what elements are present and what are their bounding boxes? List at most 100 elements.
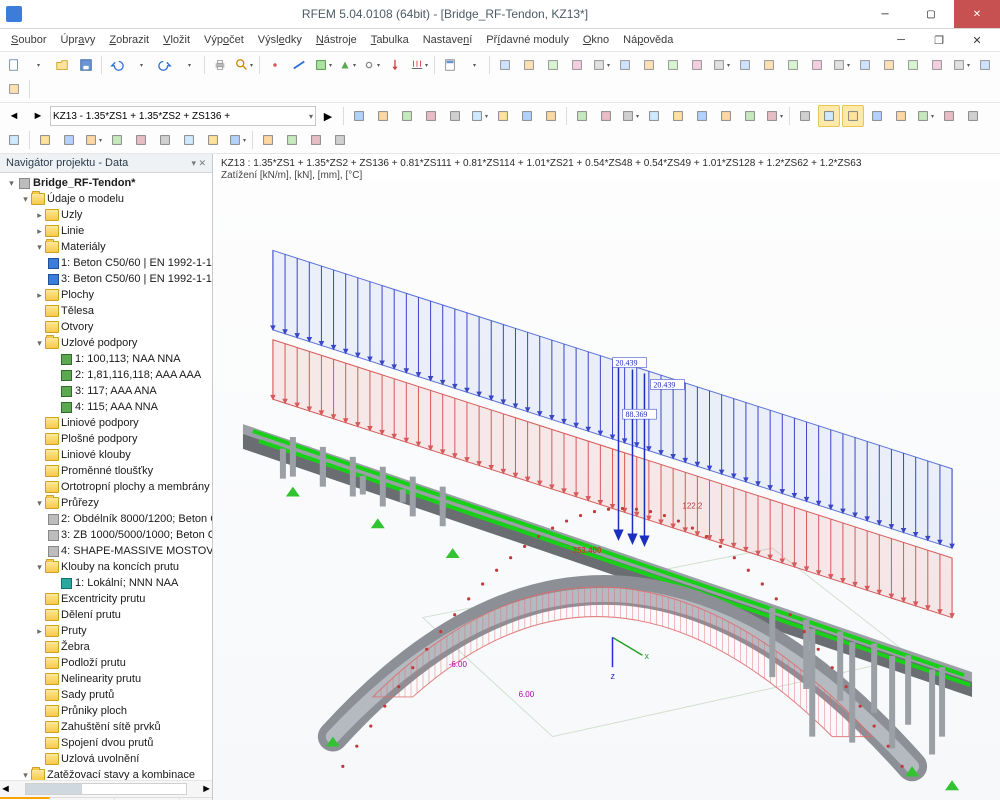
tool-r1-18[interactable] bbox=[926, 54, 948, 76]
tool-undo[interactable] bbox=[106, 54, 128, 76]
tool-calc[interactable] bbox=[439, 54, 461, 76]
tool-r1-15[interactable] bbox=[854, 54, 876, 76]
tool-r2-14[interactable] bbox=[691, 105, 713, 127]
tool-undo-drop[interactable] bbox=[130, 54, 152, 76]
menu-moduly[interactable]: Přídavné moduly bbox=[479, 32, 576, 48]
menu-napoveda[interactable]: Nápověda bbox=[616, 32, 680, 48]
tool-search[interactable] bbox=[233, 54, 255, 76]
view-prev-lc[interactable]: ◄ bbox=[3, 105, 25, 127]
tool-r1-12[interactable] bbox=[782, 54, 804, 76]
navigator-tree[interactable]: ▾Bridge_RF-Tendon* ▾Údaje o modelu ▸Uzly… bbox=[0, 173, 212, 780]
tool-r2-36[interactable] bbox=[257, 129, 279, 151]
loadcase-combo[interactable]: KZ13 - 1.35*ZS1 + 1.35*ZS2 + ZS136 + bbox=[50, 106, 316, 126]
menu-tabulka[interactable]: Tabulka bbox=[364, 32, 416, 48]
tool-r2-26[interactable] bbox=[3, 129, 25, 151]
tool-load[interactable] bbox=[384, 54, 406, 76]
tool-r2-20[interactable] bbox=[842, 105, 864, 127]
tool-line-load[interactable] bbox=[408, 54, 430, 76]
menu-zobrazit[interactable]: Zobrazit bbox=[102, 32, 156, 48]
tool-member[interactable] bbox=[288, 54, 310, 76]
tool-r2-5[interactable] bbox=[468, 105, 490, 127]
tool-r2-37[interactable] bbox=[281, 129, 303, 151]
tool-r2-7[interactable] bbox=[516, 105, 538, 127]
tool-r1-17[interactable] bbox=[902, 54, 924, 76]
tool-r2-24[interactable] bbox=[938, 105, 960, 127]
tool-r2-29[interactable] bbox=[82, 129, 104, 151]
tool-r1-4[interactable] bbox=[590, 54, 612, 76]
menu-nastroje[interactable]: Nástroje bbox=[309, 32, 364, 48]
tool-r2-32[interactable] bbox=[154, 129, 176, 151]
minimize-button[interactable]: ─ bbox=[862, 0, 908, 28]
tool-r2-33[interactable] bbox=[178, 129, 200, 151]
tool-r1-13[interactable] bbox=[806, 54, 828, 76]
model-viewport[interactable]: KZ13 : 1.35*ZS1 + 1.35*ZS2 + ZS136 + 0.8… bbox=[213, 154, 1000, 800]
close-button[interactable]: ✕ bbox=[954, 0, 1000, 28]
tool-r2-12[interactable] bbox=[643, 105, 665, 127]
tool-new-drop[interactable] bbox=[27, 54, 49, 76]
tool-r1-19[interactable] bbox=[950, 54, 972, 76]
tool-r1-1[interactable] bbox=[518, 54, 540, 76]
navigator-hscroll[interactable]: ◄► bbox=[0, 780, 212, 797]
tool-r2-28[interactable] bbox=[58, 129, 80, 151]
maximize-button[interactable]: ▢ bbox=[908, 0, 954, 28]
tool-r2-19[interactable] bbox=[818, 105, 840, 127]
view-go[interactable]: ▶ bbox=[317, 105, 339, 127]
tool-r2-38[interactable] bbox=[305, 129, 327, 151]
tool-r2-16[interactable] bbox=[739, 105, 761, 127]
tool-r2-30[interactable] bbox=[106, 129, 128, 151]
tool-r2-8[interactable] bbox=[540, 105, 562, 127]
mdi-restore-button[interactable]: ❐ bbox=[920, 32, 958, 49]
tool-r1-20[interactable] bbox=[974, 54, 996, 76]
mdi-close-button[interactable]: ✕ bbox=[958, 32, 996, 49]
tool-r1-8[interactable] bbox=[686, 54, 708, 76]
tool-r2-1[interactable] bbox=[372, 105, 394, 127]
tool-r1-7[interactable] bbox=[662, 54, 684, 76]
tool-r2-25[interactable] bbox=[962, 105, 984, 127]
menu-okno[interactable]: Okno bbox=[576, 32, 616, 48]
tool-r2-4[interactable] bbox=[444, 105, 466, 127]
tool-print[interactable] bbox=[209, 54, 231, 76]
tool-calc-drop[interactable] bbox=[463, 54, 485, 76]
tool-r2-18[interactable] bbox=[794, 105, 816, 127]
menu-vysledky[interactable]: Výsledky bbox=[251, 32, 309, 48]
tool-r2-35[interactable] bbox=[226, 129, 248, 151]
tool-hinge[interactable] bbox=[360, 54, 382, 76]
view-next-lc[interactable]: ► bbox=[27, 105, 49, 127]
tool-new[interactable] bbox=[3, 54, 25, 76]
tool-save[interactable] bbox=[75, 54, 97, 76]
tool-open[interactable] bbox=[51, 54, 73, 76]
tool-r2-31[interactable] bbox=[130, 129, 152, 151]
menu-vlozit[interactable]: Vložit bbox=[156, 32, 197, 48]
tool-r2-27[interactable] bbox=[34, 129, 56, 151]
tool-r2-10[interactable] bbox=[595, 105, 617, 127]
tool-r2-0[interactable] bbox=[348, 105, 370, 127]
mdi-minimize-button[interactable]: ─ bbox=[882, 32, 920, 49]
tool-r1-14[interactable] bbox=[830, 54, 852, 76]
tool-r2-9[interactable] bbox=[571, 105, 593, 127]
tool-support[interactable] bbox=[336, 54, 358, 76]
tool-r2-34[interactable] bbox=[202, 129, 224, 151]
tool-r2-22[interactable] bbox=[890, 105, 912, 127]
tool-r1-9[interactable] bbox=[710, 54, 732, 76]
tool-r2-3[interactable] bbox=[420, 105, 442, 127]
tool-r1-3[interactable] bbox=[566, 54, 588, 76]
menu-vypocet[interactable]: Výpočet bbox=[197, 32, 251, 48]
menu-upravy[interactable]: Úpravy bbox=[53, 32, 102, 48]
navigator-pin-icon[interactable]: ▾ ✕ bbox=[191, 158, 206, 169]
tool-r2-2[interactable] bbox=[396, 105, 418, 127]
tool-r1-2[interactable] bbox=[542, 54, 564, 76]
tool-r2-39[interactable] bbox=[329, 129, 351, 151]
tool-r2-17[interactable] bbox=[763, 105, 785, 127]
tool-r1-10[interactable] bbox=[734, 54, 756, 76]
tool-redo[interactable] bbox=[154, 54, 176, 76]
tool-redo-drop[interactable] bbox=[178, 54, 200, 76]
tool-r1-5[interactable] bbox=[614, 54, 636, 76]
tool-nodes[interactable] bbox=[264, 54, 286, 76]
tool-r2-11[interactable] bbox=[619, 105, 641, 127]
tool-r1-11[interactable] bbox=[758, 54, 780, 76]
tool-surface[interactable] bbox=[312, 54, 334, 76]
menu-soubor[interactable]: Soubor bbox=[4, 32, 53, 48]
tool-r1-0[interactable] bbox=[494, 54, 516, 76]
tool-r2-6[interactable] bbox=[492, 105, 514, 127]
tool-r2-13[interactable] bbox=[667, 105, 689, 127]
